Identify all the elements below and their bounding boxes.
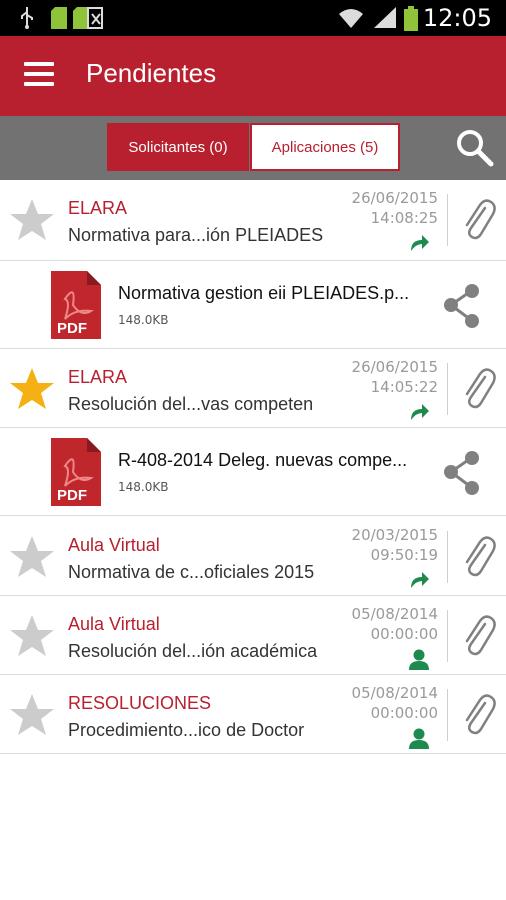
forward-arrow-icon	[411, 235, 429, 251]
attachment-size: 148.0KB	[118, 313, 169, 327]
date: 05/08/2014	[351, 605, 438, 623]
divider	[447, 363, 448, 415]
status-bar: 12:05	[0, 0, 506, 36]
paperclip-icon[interactable]	[459, 196, 499, 244]
list-item[interactable]: Aula Virtual Resolución del...ión académ…	[0, 596, 506, 675]
divider	[447, 610, 448, 662]
star-icon[interactable]	[9, 198, 55, 242]
star-icon[interactable]	[9, 614, 55, 658]
search-icon[interactable]	[455, 128, 495, 168]
subject: Resolución del...ión académica	[68, 641, 318, 661]
person-icon	[409, 728, 429, 749]
page-title: Pendientes	[86, 58, 217, 88]
forward-arrow-icon	[411, 572, 429, 588]
list-item[interactable]: ELARA Resolución del...vas competen 26/0…	[0, 349, 506, 428]
divider	[447, 689, 448, 741]
date: 05/08/2014	[351, 684, 438, 702]
time: 09:50:19	[370, 546, 438, 564]
forward-arrow-icon	[411, 404, 429, 420]
hamburger-menu-icon[interactable]	[24, 62, 54, 88]
person-icon	[409, 649, 429, 670]
subject: Normativa de c...oficiales 2015	[68, 562, 315, 582]
tab-solicitantes[interactable]: Solicitantes (0)	[107, 123, 249, 171]
list-item[interactable]: Aula Virtual Normativa de c...oficiales …	[0, 517, 506, 596]
subject: Resolución del...vas competen	[68, 394, 314, 414]
email-icon	[87, 7, 103, 29]
pdf-file-icon: PDF	[51, 271, 101, 339]
divider	[447, 531, 448, 583]
attachment-item[interactable]: PDF R-408-2014 Deleg. nuevas compe... 14…	[0, 428, 506, 516]
subject: Normativa para...ión PLEIADES	[68, 225, 324, 245]
pdf-file-icon: PDF	[51, 438, 101, 506]
divider	[447, 194, 448, 246]
attachment-item[interactable]: PDF Normativa gestion eii PLEIADES.p... …	[0, 261, 506, 349]
time: 14:08:25	[370, 209, 438, 227]
star-icon[interactable]	[9, 693, 55, 737]
time: 00:00:00	[370, 704, 438, 722]
tab-bar: Solicitantes (0) Aplicaciones (5)	[0, 116, 506, 180]
list-item[interactable]: RESOLUCIONES Procedimiento...ico de Doct…	[0, 675, 506, 754]
attachment-name: R-408-2014 Deleg. nuevas compe...	[118, 450, 408, 470]
sender: ELARA	[68, 198, 128, 218]
star-icon[interactable]	[9, 367, 55, 411]
clock: 12:05	[422, 4, 492, 32]
paperclip-icon[interactable]	[459, 612, 499, 660]
app-bar: Pendientes	[0, 36, 506, 116]
paperclip-icon[interactable]	[459, 691, 499, 739]
paperclip-icon[interactable]	[459, 365, 499, 413]
signal-icon	[374, 7, 396, 28]
date: 26/06/2015	[351, 358, 438, 376]
usb-icon	[21, 7, 33, 29]
sender: Aula Virtual	[68, 614, 160, 634]
sender: ELARA	[68, 367, 128, 387]
list-item[interactable]: ELARA Normativa para...ión PLEIADES 26/0…	[0, 180, 506, 261]
battery-icon	[404, 6, 418, 31]
star-icon[interactable]	[9, 535, 55, 579]
wifi-icon	[339, 9, 363, 28]
sender: RESOLUCIONES	[68, 693, 212, 713]
share-icon[interactable]	[441, 450, 483, 496]
subject: Procedimiento...ico de Doctor	[68, 720, 305, 740]
sd-card-icon	[51, 7, 67, 29]
tab-aplicaciones[interactable]: Aplicaciones (5)	[250, 123, 400, 171]
date: 26/06/2015	[351, 189, 438, 207]
time: 00:00:00	[370, 625, 438, 643]
svg-text:PDF: PDF	[57, 320, 87, 337]
paperclip-icon[interactable]	[459, 533, 499, 581]
share-icon[interactable]	[441, 283, 483, 329]
time: 14:05:22	[370, 378, 438, 396]
date: 20/03/2015	[351, 526, 438, 544]
svg-text:PDF: PDF	[57, 487, 87, 504]
attachment-name: Normativa gestion eii PLEIADES.p...	[118, 283, 410, 303]
sender: Aula Virtual	[68, 535, 160, 555]
attachment-size: 148.0KB	[118, 480, 169, 494]
